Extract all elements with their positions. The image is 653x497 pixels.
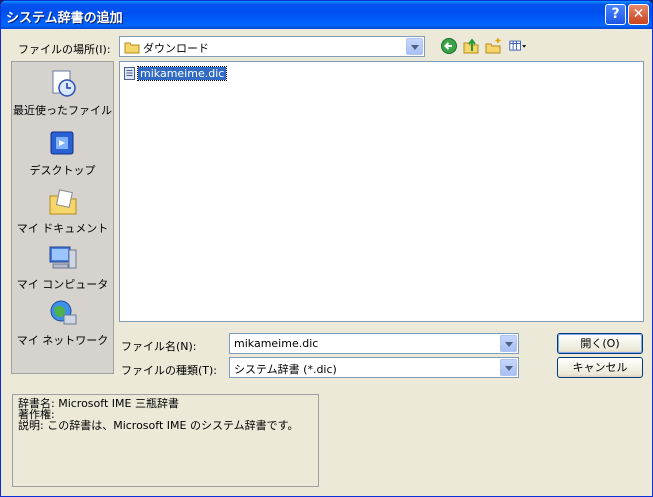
list-item[interactable]: mikameime.dic	[124, 66, 228, 81]
new-folder-icon[interactable]	[485, 37, 503, 55]
location-value: ダウンロード	[143, 42, 209, 55]
chevron-down-icon[interactable]	[500, 335, 517, 352]
place-my-network[interactable]: マイ ネットワーク	[12, 298, 113, 348]
desktop-icon	[50, 131, 73, 155]
close-button[interactable]: ✕	[628, 4, 649, 25]
places-bar: 最近使ったファイル デスクトップ マイ ドキュメント マイ コンピュータ マイ …	[11, 61, 114, 374]
filename-input[interactable]: mikameime.dic	[229, 333, 519, 354]
place-label: マイ コンピュータ	[16, 278, 109, 291]
chevron-down-icon[interactable]	[500, 359, 517, 376]
place-label: 最近使ったファイル	[13, 104, 112, 117]
place-label: マイ ドキュメント	[16, 222, 109, 235]
folder-icon	[124, 42, 140, 54]
dictionary-info-panel: 辞書名: Microsoft IME 三瓶辞書 著作権: 説明: この辞書は、M…	[12, 394, 319, 487]
back-icon[interactable]	[440, 37, 458, 55]
chevron-down-icon[interactable]	[406, 38, 423, 55]
file-list[interactable]: mikameime.dic	[119, 61, 644, 322]
help-button[interactable]: ?	[605, 4, 626, 25]
dictionary-description: 説明: この辞書は、Microsoft IME のシステム辞書です。	[18, 419, 299, 432]
my-network-icon	[50, 300, 76, 325]
place-label: デスクトップ	[29, 164, 96, 177]
my-computer-icon	[49, 246, 76, 269]
title-bar[interactable]: システム辞書の追加 ? ✕	[1, 1, 652, 29]
open-button[interactable]: 開く(O)	[557, 333, 643, 354]
location-combo[interactable]: ダウンロード	[119, 36, 425, 57]
place-my-documents[interactable]: マイ ドキュメント	[12, 186, 113, 236]
location-label: ファイルの場所(I):	[18, 43, 111, 56]
place-recent[interactable]: 最近使ったファイル	[12, 68, 113, 118]
place-my-computer[interactable]: マイ コンピュータ	[12, 242, 113, 292]
file-name: mikameime.dic	[136, 66, 228, 81]
filename-value: mikameime.dic	[234, 337, 319, 350]
dictionary-name: 辞書名: Microsoft IME 三瓶辞書	[18, 397, 179, 410]
filetype-select[interactable]: システム辞書 (*.dic)	[229, 357, 519, 378]
filename-label: ファイル名(N):	[121, 340, 197, 353]
recent-files-icon	[52, 70, 76, 97]
view-menu-icon[interactable]	[509, 37, 527, 55]
up-folder-icon[interactable]	[462, 37, 480, 55]
my-documents-icon	[49, 189, 76, 215]
filetype-value: システム辞書 (*.dic)	[234, 363, 337, 376]
filetype-label: ファイルの種類(T):	[121, 364, 218, 377]
dialog-window: システム辞書の追加 ? ✕ ファイルの場所(I): ダウンロード 最近使ったファ…	[0, 0, 653, 497]
dictionary-file-icon	[124, 67, 135, 80]
place-desktop[interactable]: デスクトップ	[12, 128, 113, 178]
window-title: システム辞書の追加	[6, 11, 123, 26]
place-label: マイ ネットワーク	[16, 334, 109, 347]
cancel-button[interactable]: キャンセル	[557, 357, 643, 378]
